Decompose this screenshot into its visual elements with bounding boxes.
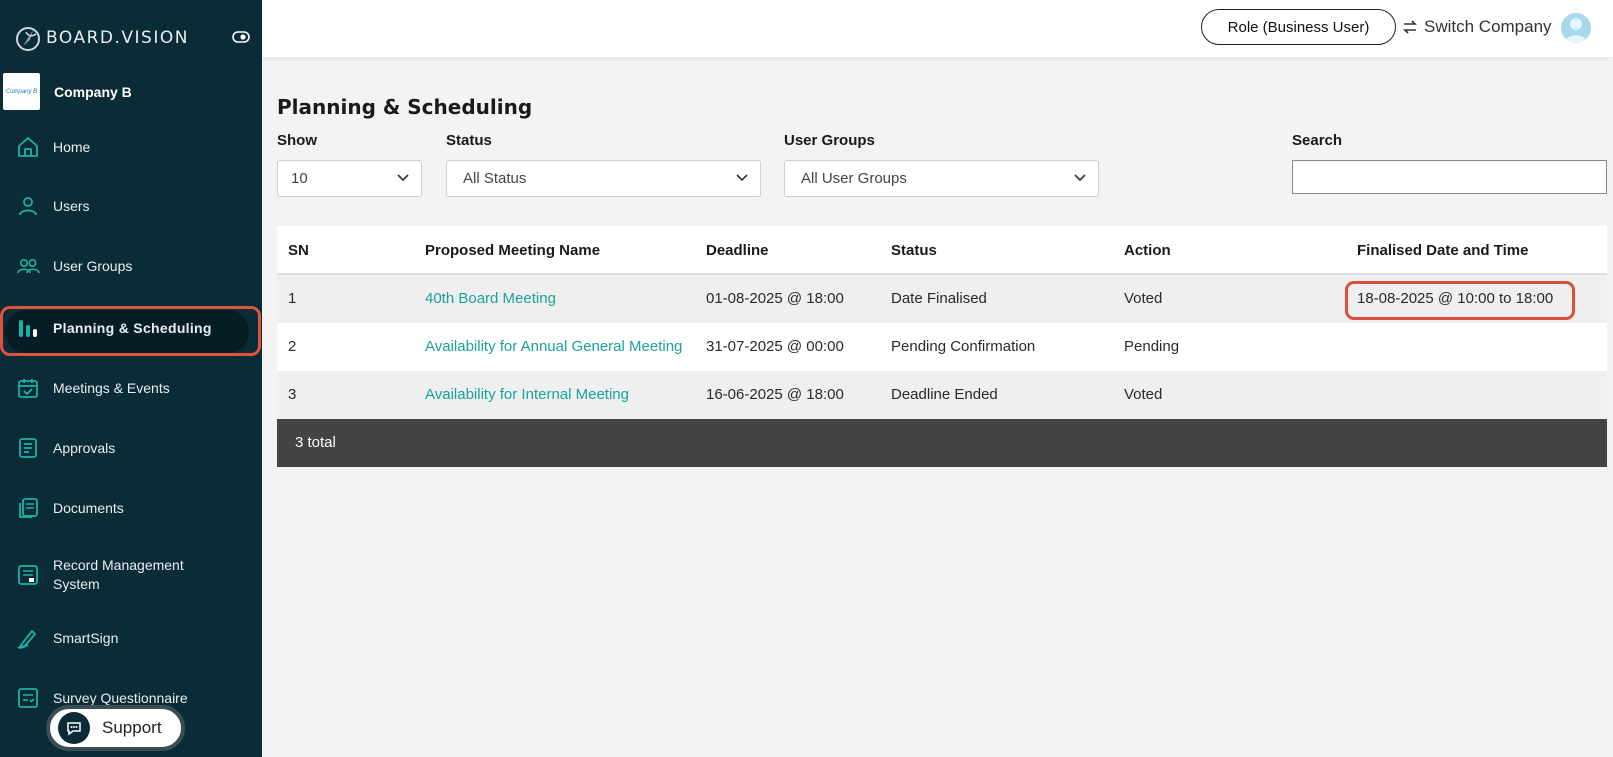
- page-title: Planning & Scheduling: [277, 95, 533, 119]
- row-deadline: 31-07-2025 @ 00:00: [706, 338, 844, 355]
- status-select-value: All Status: [463, 170, 527, 187]
- sidebar-item-label: Approvals: [53, 439, 116, 456]
- row-status: Date Finalised: [891, 290, 987, 307]
- sidebar-item-meetings-events[interactable]: Meetings & Events: [0, 376, 262, 400]
- sidebar-item-users[interactable]: Users: [0, 194, 262, 218]
- support-button[interactable]: Support: [46, 705, 185, 751]
- sidebar-item-label: User Groups: [53, 257, 133, 274]
- status-label: Status: [446, 132, 492, 149]
- document-icon: [19, 438, 37, 458]
- user-groups-label: User Groups: [784, 132, 875, 149]
- col-finalised[interactable]: Finalised Date and Time: [1357, 242, 1528, 259]
- checklist-icon: [18, 688, 38, 708]
- row-action: Pending: [1124, 338, 1180, 355]
- row-status: Deadline Ended: [891, 386, 998, 403]
- home-icon: [18, 137, 38, 157]
- sidebar-item-label: Users: [53, 197, 90, 214]
- company-switcher[interactable]: Company B Company B: [3, 73, 132, 110]
- status-select[interactable]: All Status: [446, 160, 761, 197]
- meeting-link[interactable]: 40th Board Meeting: [425, 290, 556, 307]
- user-icon: [19, 197, 37, 216]
- row-sn: 3: [288, 386, 297, 403]
- total-count: 3 total: [295, 434, 336, 451]
- meetings-table: SN Proposed Meeting Name Deadline Status…: [277, 226, 1607, 467]
- col-action[interactable]: Action: [1124, 242, 1171, 259]
- row-action: Voted: [1124, 290, 1163, 307]
- col-deadline[interactable]: Deadline: [706, 242, 769, 259]
- brand-logo[interactable]: BOARD.VISION: [14, 22, 250, 54]
- sidebar-item-approvals[interactable]: Approvals: [0, 436, 262, 460]
- sidebar-item-label: Documents: [53, 499, 124, 516]
- chevron-down-icon: [397, 174, 409, 182]
- users-icon: [17, 259, 40, 274]
- sidebar-toggle-icon[interactable]: [232, 30, 250, 44]
- show-select-value: 10: [291, 170, 308, 187]
- chat-icon: [58, 712, 90, 744]
- chevron-down-icon: [1074, 174, 1086, 182]
- show-label: Show: [277, 132, 317, 149]
- sidebar-item-home[interactable]: Home: [0, 135, 262, 159]
- calendar-check-icon: [18, 379, 38, 398]
- chevron-down-icon: [736, 174, 748, 182]
- table-header: SN Proposed Meeting Name Deadline Status…: [277, 226, 1607, 275]
- row-sn: 2: [288, 338, 297, 355]
- sidebar: BOARD.VISION Company B Company B Home Us…: [0, 0, 262, 757]
- avatar[interactable]: [1561, 13, 1591, 43]
- show-select[interactable]: 10: [277, 160, 422, 197]
- row-deadline: 01-08-2025 @ 18:00: [706, 290, 844, 307]
- table-row: 1 40th Board Meeting 01-08-2025 @ 18:00 …: [277, 275, 1607, 323]
- sidebar-item-label: Meetings & Events: [53, 379, 170, 396]
- user-groups-select-value: All User Groups: [801, 170, 907, 187]
- search-input[interactable]: [1292, 160, 1607, 194]
- meeting-link[interactable]: Availability for Internal Meeting: [425, 386, 629, 403]
- top-bar: Role (Business User) Switch Company: [262, 0, 1613, 57]
- records-icon: [18, 565, 38, 585]
- user-avatar-icon: [1565, 18, 1587, 43]
- meeting-link[interactable]: Availability for Annual General Meeting: [425, 338, 682, 355]
- col-status[interactable]: Status: [891, 242, 937, 259]
- row-status: Pending Confirmation: [891, 338, 1036, 355]
- col-sn[interactable]: SN: [288, 242, 309, 259]
- user-groups-select[interactable]: All User Groups: [784, 160, 1099, 197]
- switch-arrows-icon: [1403, 20, 1417, 34]
- sidebar-item-documents[interactable]: Documents: [0, 496, 262, 520]
- sidebar-item-smartsign[interactable]: SmartSign: [0, 626, 262, 650]
- sidebar-item-record-management[interactable]: Record Management System: [0, 556, 262, 594]
- switch-company-button[interactable]: Switch Company: [1402, 14, 1552, 40]
- company-name: Company B: [54, 83, 132, 100]
- row-finalised: 18-08-2025 @ 10:00 to 18:00: [1357, 290, 1554, 307]
- col-meeting-name[interactable]: Proposed Meeting Name: [425, 242, 600, 259]
- support-label: Support: [102, 718, 162, 737]
- row-sn: 1: [288, 290, 297, 307]
- table-footer: 3 total: [277, 419, 1607, 467]
- role-button[interactable]: Role (Business User): [1201, 9, 1396, 45]
- row-deadline: 16-06-2025 @ 18:00: [706, 386, 844, 403]
- sidebar-item-label: Record Management System: [53, 557, 184, 592]
- search-label: Search: [1292, 132, 1343, 149]
- sidebar-item-label: Home: [53, 138, 91, 155]
- documents-icon: [19, 498, 38, 518]
- company-logo: Company B: [3, 73, 40, 110]
- table-row: 2 Availability for Annual General Meetin…: [277, 323, 1607, 371]
- bar-chart-icon: [19, 320, 37, 337]
- sidebar-item-planning-scheduling[interactable]: Planning & Scheduling: [0, 316, 262, 340]
- sidebar-item-label: SmartSign: [53, 629, 119, 646]
- table-row: 3 Availability for Internal Meeting 16-0…: [277, 371, 1607, 419]
- sidebar-item-user-groups[interactable]: User Groups: [0, 254, 262, 278]
- sidebar-item-label: Planning & Scheduling: [53, 319, 212, 336]
- row-action: Voted: [1124, 386, 1163, 403]
- switch-company-label: Switch Company: [1424, 17, 1552, 36]
- pen-icon: [17, 630, 36, 649]
- board-vision-logo-icon: [16, 27, 40, 51]
- brand-name: BOARD.VISION: [46, 28, 189, 48]
